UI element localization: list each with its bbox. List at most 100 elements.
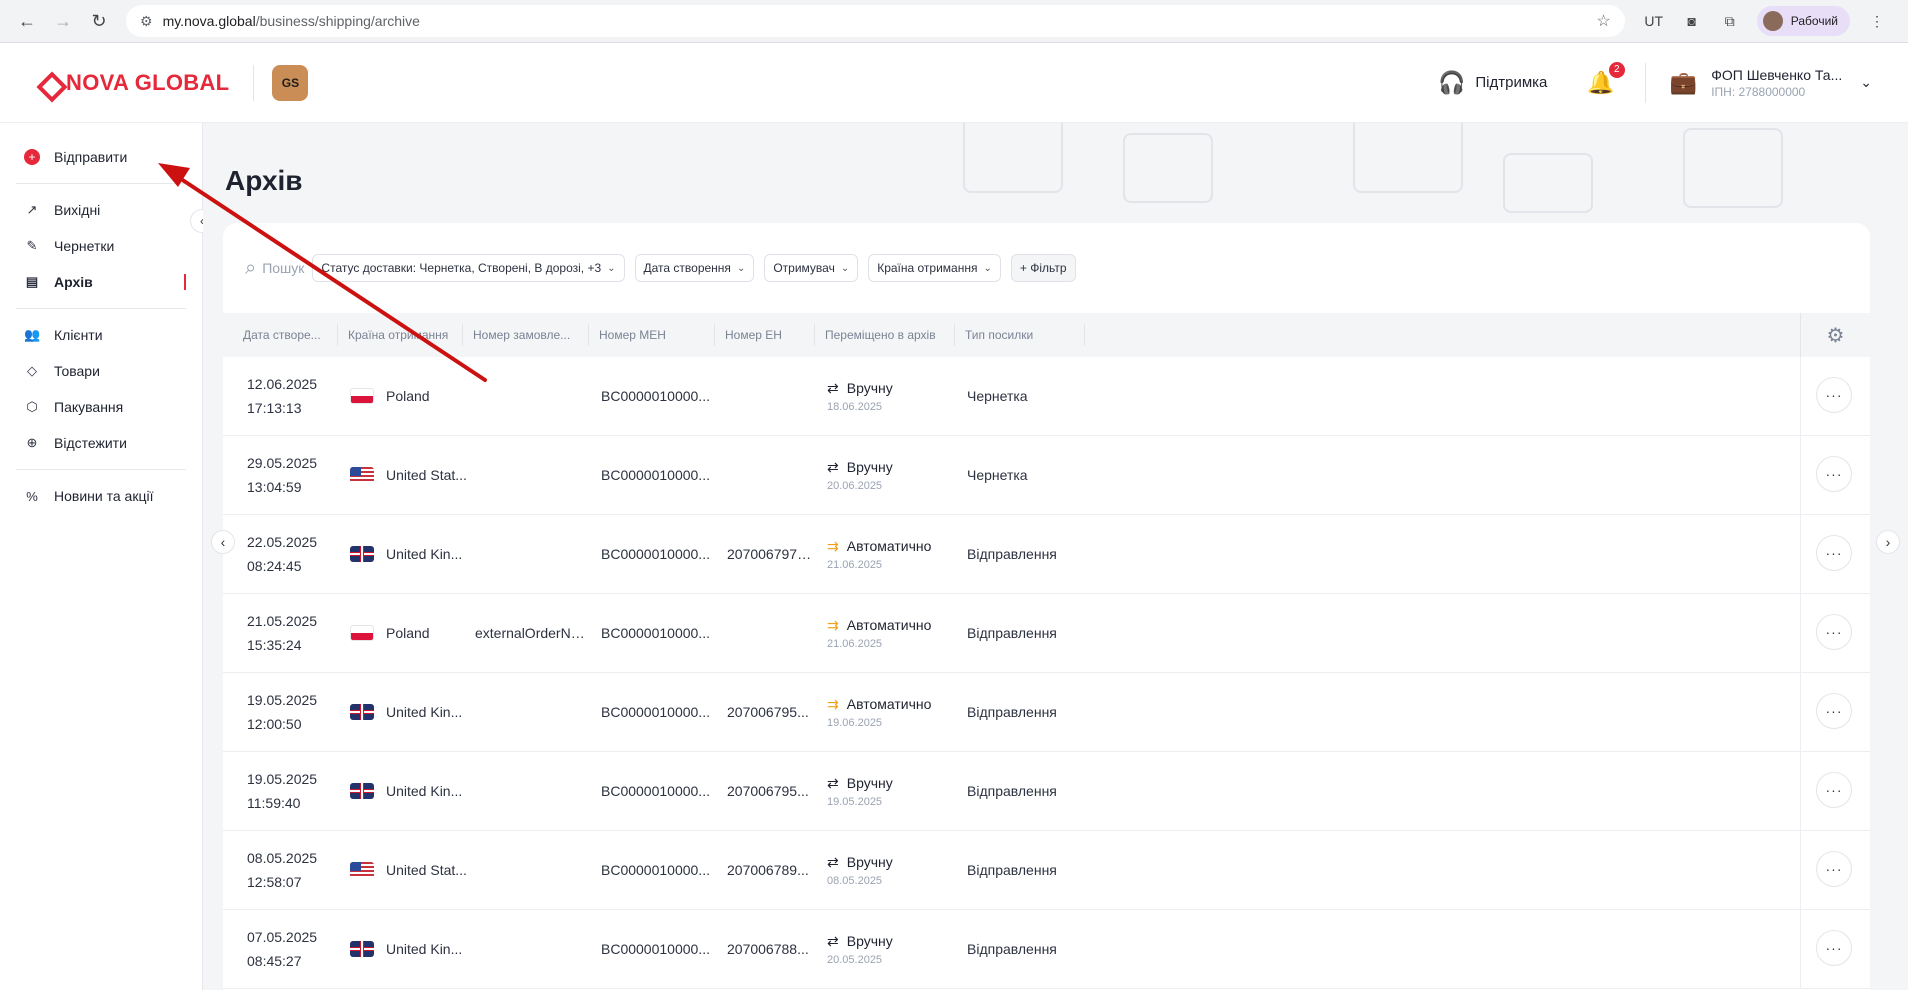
sidebar-item-send[interactable]: + Відправити xyxy=(14,139,188,175)
sidebar-item-label: Пакування xyxy=(54,399,124,415)
created-time: 17:13:13 xyxy=(247,400,302,416)
account-name: ФОП Шевченко Та... xyxy=(1711,66,1843,83)
manual-archive-icon: ⇄ xyxy=(827,458,839,475)
scroll-left-button[interactable]: ‹ xyxy=(211,530,235,554)
search-icon: ⌕ xyxy=(245,256,257,279)
moved-cell: ⇉ Автоматично 19.06.2025 xyxy=(815,696,955,729)
notifications-button[interactable]: 🔔 2 xyxy=(1587,61,1625,96)
column-header[interactable]: Номер замовле... xyxy=(463,324,589,346)
reload-icon[interactable]: ↻ xyxy=(84,6,114,36)
table-row[interactable]: 21.05.2025 15:35:24 Poland externalOrderNu.… xyxy=(223,594,1870,673)
row-more-button[interactable]: ··· xyxy=(1816,693,1852,729)
table-row[interactable]: 08.05.2025 12:58:07 United Stat... BC000001… xyxy=(223,831,1870,910)
row-more-button[interactable]: ··· xyxy=(1816,851,1852,887)
add-filter-button[interactable]: + Фільтр xyxy=(1010,254,1076,282)
country-name: United Kin... xyxy=(386,783,463,799)
manual-archive-icon: ⇄ xyxy=(827,774,839,791)
profile-button[interactable]: Рабочий xyxy=(1756,6,1850,36)
scroll-right-button[interactable]: › xyxy=(1876,530,1900,554)
country-name: Poland xyxy=(386,625,430,641)
table-row[interactable]: 12.06.2025 17:13:13 Poland BC0000010000... ⇄… xyxy=(223,357,1870,436)
back-icon[interactable]: ← xyxy=(12,6,42,36)
parcel-type: Відправлення xyxy=(967,862,1057,878)
column-header[interactable]: Тип посилки xyxy=(955,324,1085,346)
created-cell: 07.05.2025 08:45:27 xyxy=(223,925,338,973)
translate-extension-icon[interactable]: UT xyxy=(1639,6,1669,36)
row-more-button[interactable]: ··· xyxy=(1816,377,1852,413)
row-more-button[interactable]: ··· xyxy=(1816,456,1852,492)
sidebar-item-label: Товари xyxy=(54,363,100,379)
table-row[interactable]: 07.05.2025 08:45:27 United Kin... BC0000010… xyxy=(223,910,1870,989)
percent-icon: % xyxy=(26,488,38,504)
logo-divider xyxy=(253,64,255,101)
sidebar-item-goods[interactable]: ◇ Товари xyxy=(14,353,188,389)
column-header[interactable]: Переміщено в архів xyxy=(815,324,955,346)
country-cell: United Kin... xyxy=(338,941,463,957)
en-number: 207006788... xyxy=(727,941,809,957)
gb-flag-icon xyxy=(350,704,374,720)
sidebar-item-label: Новини та акції xyxy=(54,488,154,504)
moved-type: ⇉ Автоматично xyxy=(827,617,955,634)
row-more-button[interactable]: ··· xyxy=(1816,535,1852,571)
table-row[interactable]: 22.05.2025 08:24:45 United Kin... BC0000010… xyxy=(223,515,1870,594)
sidebar-item-drafts[interactable]: ✎ Чернетки xyxy=(14,228,188,264)
site-settings-icon[interactable]: ⚙ xyxy=(140,13,153,30)
sidebar-item-clients[interactable]: 👥 Клієнти xyxy=(14,317,188,353)
extensions-puzzle-icon[interactable]: ⧉ xyxy=(1715,6,1745,36)
filter-destination-country[interactable]: Країна отримання ⌄ xyxy=(868,254,1001,282)
column-header[interactable]: Країна отримання xyxy=(338,324,463,346)
column-header[interactable]: Номер ЕН xyxy=(715,324,815,346)
browser-menu-icon[interactable]: ⋮ xyxy=(1862,6,1892,36)
gs-badge[interactable]: GS xyxy=(272,64,309,101)
created-cell: 29.05.2025 13:04:59 xyxy=(223,451,338,499)
sidebar-item-packaging[interactable]: ⬡ Пакування xyxy=(14,389,188,425)
table-row[interactable]: 19.05.2025 12:00:50 United Kin... BC0000010… xyxy=(223,673,1870,752)
table-body: 12.06.2025 17:13:13 Poland BC0000010000... ⇄… xyxy=(223,357,1870,989)
sidebar-item-news[interactable]: % Новини та акції xyxy=(14,478,188,514)
address-bar[interactable]: ⚙ my.nova.global/business/shipping/archi… xyxy=(126,5,1625,37)
filter-created-date[interactable]: Дата створення ⌄ xyxy=(634,254,755,282)
header-divider xyxy=(1644,62,1646,103)
created-date: 29.05.2025 xyxy=(247,455,318,471)
moved-cell: ⇄ Вручну 19.05.2025 xyxy=(815,775,955,808)
created-date: 12.06.2025 xyxy=(247,376,318,392)
sidebar-item-archive[interactable]: ▤ Архів xyxy=(14,264,188,300)
moved-type: ⇄ Вручну xyxy=(827,459,955,476)
table-row[interactable]: 29.05.2025 13:04:59 United Stat... BC000001… xyxy=(223,436,1870,515)
sidebar: + Відправити ↗ Вихідні ✎ Чернетки ▤ Архі… xyxy=(0,123,214,990)
nova-global-logo[interactable]: NOVA GLOBAL xyxy=(36,70,229,96)
table-row[interactable]: 19.05.2025 11:59:40 United Kin... BC0000010… xyxy=(223,752,1870,831)
archive-box-icon: ▤ xyxy=(25,274,39,289)
moved-date: 19.06.2025 xyxy=(827,716,883,729)
edit-icon: ✎ xyxy=(26,238,38,253)
sidebar-item-outgoing[interactable]: ↗ Вихідні xyxy=(14,192,188,228)
search-input[interactable]: ⌕ Пошук xyxy=(245,257,304,280)
page-title: Архів xyxy=(225,165,303,196)
sidebar-item-tracking[interactable]: ⊕ Відстежити xyxy=(14,425,188,461)
url-path: /business/shipping/archive xyxy=(255,13,420,29)
bookmark-star-icon[interactable]: ☆ xyxy=(1596,11,1610,31)
column-header[interactable]: Номер МЕН xyxy=(589,324,715,346)
created-date: 07.05.2025 xyxy=(247,929,318,945)
created-time: 11:59:40 xyxy=(247,795,301,811)
sidebar-divider xyxy=(16,308,186,309)
filter-label: Статус доставки: Чернетка, Створені, В д… xyxy=(321,261,602,275)
sidebar-divider xyxy=(16,469,186,470)
moved-type: ⇉ Автоматично xyxy=(827,696,955,713)
column-header[interactable]: Дата створе... xyxy=(223,324,338,346)
row-more-button[interactable]: ··· xyxy=(1816,614,1852,650)
support-link[interactable]: 🎧 Підтримка xyxy=(1438,70,1547,96)
table-settings-gear-icon[interactable]: ⚙ xyxy=(1800,313,1870,357)
parcel-type: Відправлення xyxy=(967,941,1057,957)
camera-extension-icon[interactable]: ◙ xyxy=(1677,6,1707,36)
filter-delivery-status[interactable]: Статус доставки: Чернетка, Створені, В д… xyxy=(312,254,625,282)
forward-icon[interactable]: → xyxy=(48,6,78,36)
account-menu[interactable]: 💼 ФОП Шевченко Та... ІПН: 2788000000 ⌄ xyxy=(1670,67,1872,99)
country-cell: Poland xyxy=(338,625,463,641)
row-more-button[interactable]: ··· xyxy=(1816,930,1852,966)
created-date: 19.05.2025 xyxy=(247,692,318,708)
search-placeholder: Пошук xyxy=(262,260,305,276)
filter-recipient[interactable]: Отримувач ⌄ xyxy=(764,254,859,282)
row-more-button[interactable]: ··· xyxy=(1816,772,1852,808)
plus-circle-icon: + xyxy=(24,149,40,165)
